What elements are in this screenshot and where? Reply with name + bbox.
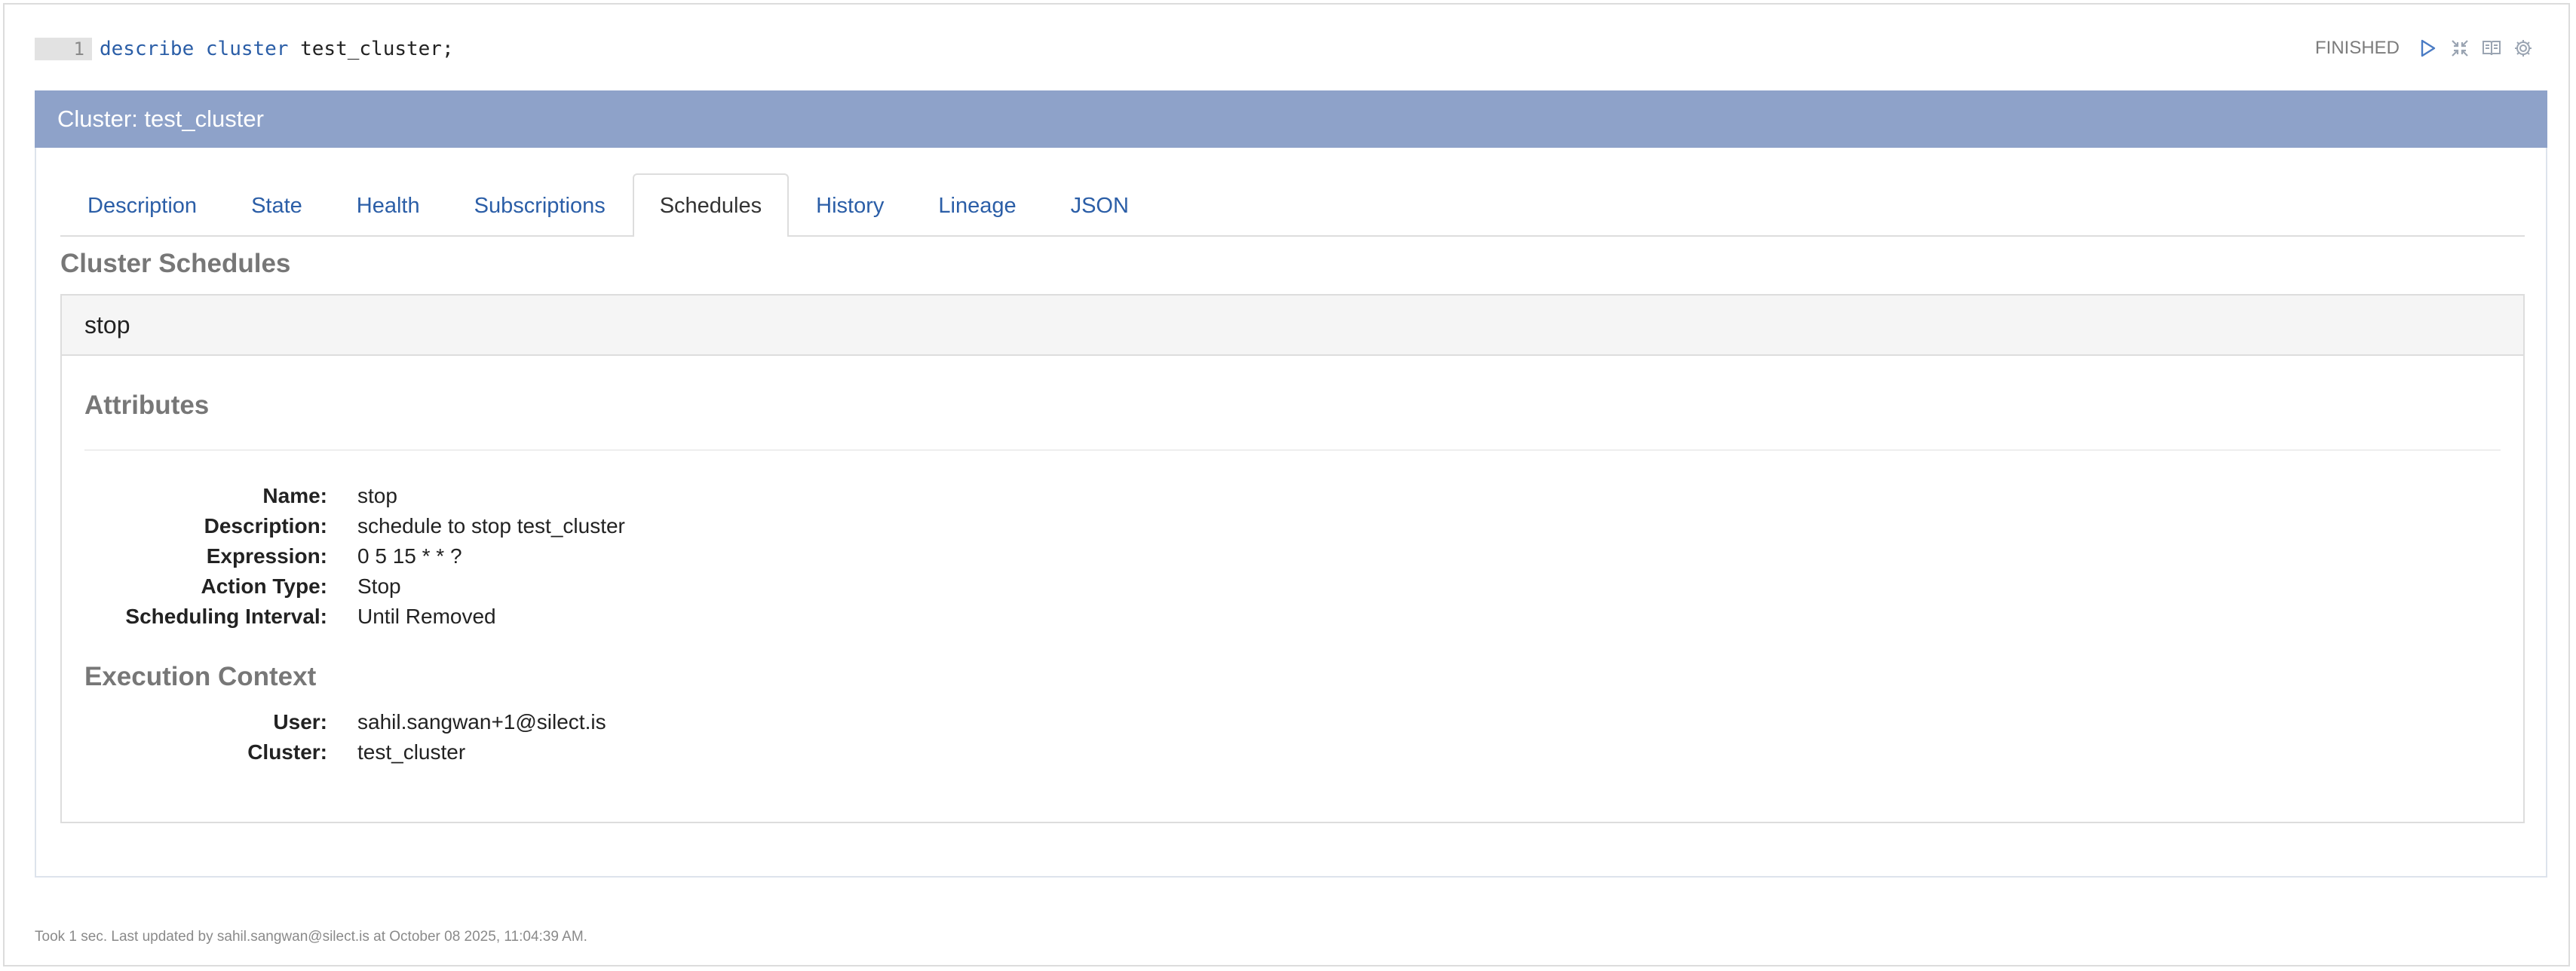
schedule-card: stop Attributes Name: stop Description: …	[60, 294, 2525, 823]
attribute-row: Scheduling Interval: Until Removed	[62, 602, 2523, 632]
code-keyword-cluster: cluster	[205, 38, 289, 60]
attribute-value: Until Removed	[357, 605, 496, 628]
tab-history[interactable]: History	[789, 173, 911, 235]
execution-context-title: Execution Context	[84, 662, 317, 691]
paragraph-status-bar: FINISHED	[2315, 38, 2534, 59]
status-text: FINISHED	[2314, 38, 2400, 58]
run-icon[interactable]	[2418, 38, 2439, 59]
execution-row: User: sahil.sangwan+1@silect.is	[62, 707, 2523, 737]
gear-icon[interactable]	[2513, 38, 2534, 59]
code-identifier: test_cluster;	[300, 38, 454, 60]
panel-title: Cluster: test_cluster	[35, 90, 2547, 148]
attribute-key: Action Type:	[201, 574, 327, 598]
execution-context-list: User: sahil.sangwan+1@silect.is Cluster:…	[62, 707, 2523, 767]
attribute-row: Action Type: Stop	[62, 571, 2523, 602]
attribute-key: Description:	[204, 514, 327, 538]
code-keyword-describe: describe	[100, 38, 195, 60]
cluster-panel: Cluster: test_cluster Description State …	[35, 90, 2547, 878]
schedule-name-header: stop	[62, 296, 2523, 356]
attributes-title: Attributes	[84, 391, 210, 420]
attribute-key: Scheduling Interval:	[125, 605, 327, 628]
tab-schedules[interactable]: Schedules	[632, 173, 790, 237]
attribute-value: Stop	[357, 574, 401, 598]
execution-value: sahil.sangwan+1@silect.is	[357, 710, 606, 734]
collapse-icon[interactable]	[2449, 38, 2470, 59]
tab-description[interactable]: Description	[60, 173, 224, 235]
paragraph-footer: Took 1 sec. Last updated by sahil.sangwa…	[35, 929, 587, 945]
attribute-row: Expression: 0 5 15 * * ?	[62, 541, 2523, 571]
tab-subscriptions[interactable]: Subscriptions	[447, 173, 633, 235]
attribute-value: schedule to stop test_cluster	[357, 514, 625, 538]
attributes-list: Name: stop Description: schedule to stop…	[62, 481, 2523, 632]
execution-value: test_cluster	[357, 740, 466, 764]
notebook-paragraph: 1 describe cluster test_cluster; FINISHE…	[3, 3, 2570, 966]
tab-lineage[interactable]: Lineage	[911, 173, 1043, 235]
code-text[interactable]: describe cluster test_cluster;	[100, 38, 454, 60]
tab-state[interactable]: State	[224, 173, 330, 235]
tab-json[interactable]: JSON	[1044, 173, 1156, 235]
code-editor-line[interactable]: 1 describe cluster test_cluster;	[35, 36, 454, 62]
execution-key: User:	[273, 710, 327, 734]
divider	[84, 449, 2501, 451]
attribute-row: Description: schedule to stop test_clust…	[62, 511, 2523, 541]
attribute-value: stop	[357, 484, 397, 507]
tab-bar: Description State Health Subscriptions S…	[60, 172, 2525, 237]
section-title: Cluster Schedules	[60, 249, 291, 278]
tab-health[interactable]: Health	[330, 173, 447, 235]
attribute-value: 0 5 15 * * ?	[357, 544, 462, 568]
attribute-key: Name:	[262, 484, 327, 507]
attribute-key: Expression:	[206, 544, 327, 568]
line-number: 1	[35, 38, 92, 60]
execution-key: Cluster:	[247, 740, 327, 764]
book-icon[interactable]	[2481, 38, 2502, 59]
attribute-row: Name: stop	[62, 481, 2523, 511]
execution-row: Cluster: test_cluster	[62, 737, 2523, 767]
